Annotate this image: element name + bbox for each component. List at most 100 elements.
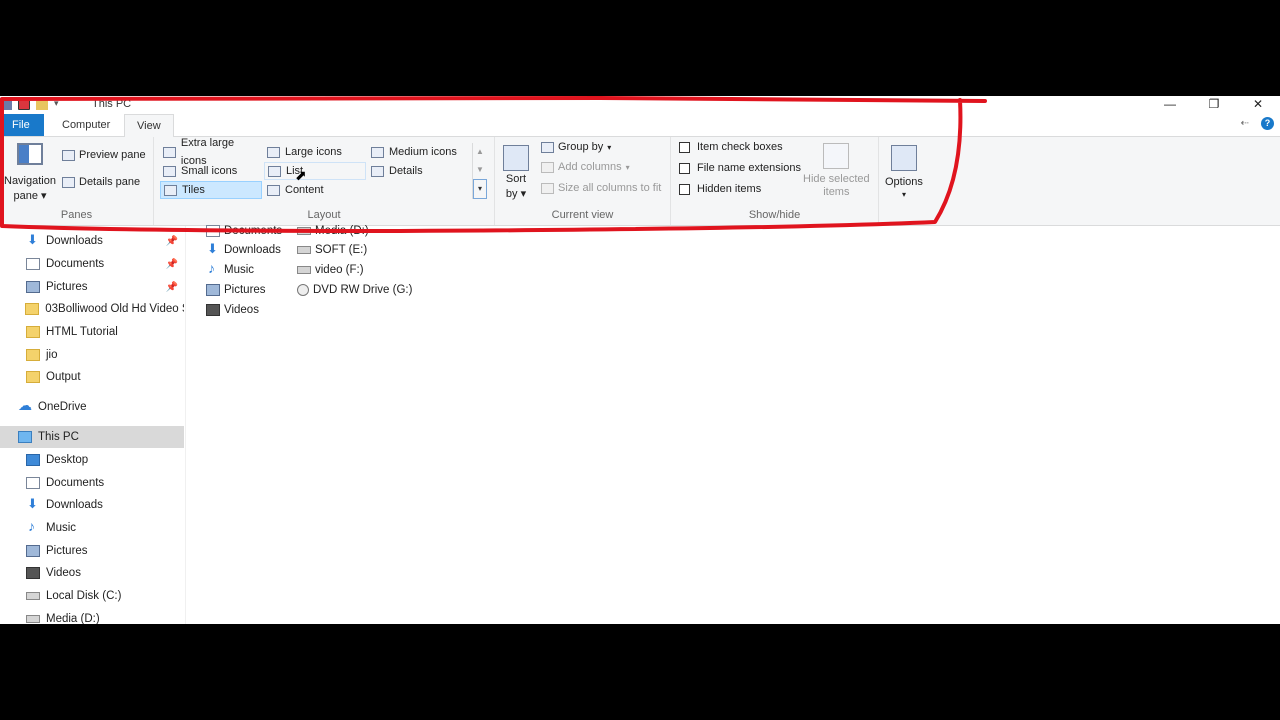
help-icon[interactable]: ?	[1261, 117, 1274, 130]
layout-small-icons[interactable]: Small icons	[160, 162, 262, 180]
drive-icon	[297, 227, 311, 235]
list-item-label: Downloads	[224, 244, 281, 256]
new-folder-icon[interactable]	[36, 98, 48, 110]
system-menu-icon[interactable]	[0, 98, 12, 110]
add-columns-button[interactable]: Add columns ▾	[541, 161, 630, 173]
nav-item-jio[interactable]: jio	[0, 344, 184, 366]
sort-by-button[interactable]: Sort by ▾	[503, 145, 529, 200]
folder-icon	[26, 371, 40, 383]
sort-by-icon	[503, 145, 529, 171]
hidden-items-toggle[interactable]: Hidden items	[679, 183, 761, 195]
nav-item-pc-pictures[interactable]: Pictures	[0, 540, 184, 562]
panes-caption: Panes	[60, 209, 93, 221]
layout-caption: Layout	[307, 209, 341, 221]
add-columns-chevron-icon: ▾	[625, 162, 630, 172]
expand-ribbon-icon[interactable]: ⇠	[1241, 118, 1249, 129]
list-item[interactable]: Music	[206, 260, 254, 276]
list-item[interactable]: SOFT (E:)	[297, 244, 367, 256]
nav-item-pc-music[interactable]: Music	[0, 517, 184, 539]
layout-tiles[interactable]: Tiles	[160, 181, 262, 199]
small-icons-icon	[163, 165, 176, 177]
nav-item-pictures[interactable]: Pictures 📌	[0, 276, 184, 298]
nav-item-label: Pictures	[46, 545, 88, 557]
layout-details[interactable]: Details	[368, 162, 472, 180]
file-name-extensions-toggle[interactable]: File name extensions	[679, 162, 801, 174]
list-item[interactable]: Documents	[206, 225, 282, 237]
downloads-icon	[206, 241, 220, 257]
gallery-scroll-up-icon[interactable]: ▲	[473, 143, 487, 161]
nav-item-onedrive[interactable]: OneDrive	[0, 396, 184, 418]
pin-icon[interactable]: 📌	[166, 236, 178, 247]
nav-item-label: 03Bolliwood Old Hd Video S	[45, 303, 184, 315]
size-all-columns-button[interactable]: Size all columns to fit	[541, 182, 661, 194]
this-pc-icon	[18, 431, 32, 443]
current-view-caption: Current view	[551, 209, 614, 221]
music-icon	[26, 518, 40, 534]
list-item[interactable]: Pictures	[206, 284, 266, 296]
nav-item-local-disk-c[interactable]: Local Disk (C:)	[0, 585, 184, 607]
nav-item-pc-downloads[interactable]: Downloads	[0, 494, 184, 516]
small-icons-label: Small icons	[181, 165, 238, 177]
nav-item-media-d[interactable]: Media (D:)	[0, 608, 184, 624]
pin-icon[interactable]: 📌	[166, 259, 178, 270]
nav-item-pc-documents[interactable]: Documents	[0, 472, 184, 494]
customize-toolbar-chevron-icon[interactable]: ▾	[54, 98, 59, 110]
options-group: Options ▾	[879, 137, 931, 225]
navigation-pane-button[interactable]: Navigation pane ▾	[2, 143, 58, 202]
list-item[interactable]: Videos	[206, 304, 259, 316]
file-name-extensions-checkbox[interactable]	[679, 162, 690, 174]
properties-icon[interactable]	[18, 98, 30, 110]
tab-computer[interactable]: Computer	[50, 114, 122, 136]
list-item[interactable]: Media (D:)	[297, 225, 369, 237]
nav-item-this-pc[interactable]: This PC	[0, 426, 184, 448]
preview-pane-button[interactable]: Preview pane	[62, 149, 146, 161]
navigation-pane-label: Navigation	[4, 175, 56, 187]
nav-item-label: Music	[46, 522, 77, 534]
medium-icons-label: Medium icons	[389, 146, 457, 158]
gallery-expand-icon[interactable]: ▾	[473, 179, 487, 199]
options-icon	[890, 145, 917, 171]
nav-item-output[interactable]: Output	[0, 366, 184, 388]
item-check-boxes-checkbox[interactable]	[679, 141, 690, 153]
nav-item-desktop[interactable]: Desktop	[0, 449, 184, 471]
layout-extra-large-icons[interactable]: Extra large icons	[160, 137, 262, 167]
nav-item-bollywood-folder[interactable]: 03Bolliwood Old Hd Video S	[0, 298, 184, 320]
list-item-label: SOFT (E:)	[315, 244, 368, 256]
list-item[interactable]: Downloads	[206, 241, 281, 257]
hidden-items-checkbox[interactable]	[679, 183, 690, 195]
nav-item-pc-videos[interactable]: Videos	[0, 562, 184, 584]
minimize-button[interactable]: —	[1148, 96, 1192, 114]
maximize-button[interactable]: ❐	[1192, 96, 1236, 114]
preview-pane-label: Preview pane	[79, 149, 146, 161]
gallery-scroll-down-icon[interactable]: ▼	[473, 161, 487, 179]
options-label: Options	[885, 176, 923, 188]
item-check-boxes-toggle[interactable]: Item check boxes	[679, 141, 783, 153]
tab-view[interactable]: View	[124, 114, 174, 137]
nav-item-html-tutorial[interactable]: HTML Tutorial	[0, 321, 184, 343]
list-item[interactable]: DVD RW Drive (G:)	[297, 284, 412, 296]
tab-file[interactable]: File	[0, 114, 44, 136]
options-button[interactable]: Options ▾	[885, 145, 923, 199]
hide-selected-label-2: items	[823, 186, 850, 198]
nav-item-label: Documents	[46, 258, 105, 270]
hide-selected-items-button[interactable]: Hide selected items	[803, 143, 870, 198]
pin-icon[interactable]: 📌	[166, 282, 178, 293]
layout-medium-icons[interactable]: Medium icons	[368, 143, 472, 161]
content-label: Content	[285, 184, 324, 196]
downloads-icon	[26, 496, 40, 512]
group-by-button[interactable]: Group by ▾	[541, 141, 611, 153]
layout-list[interactable]: List ⬈	[264, 162, 366, 183]
list-item[interactable]: video (F:)	[297, 264, 364, 276]
close-button[interactable]: ✕	[1236, 96, 1280, 114]
documents-icon	[26, 477, 40, 489]
hidden-items-label: Hidden items	[697, 183, 762, 195]
nav-item-label: OneDrive	[38, 401, 87, 413]
layout-large-icons[interactable]: Large icons	[264, 143, 366, 161]
desktop-icon	[26, 454, 40, 466]
layout-content[interactable]: Content	[264, 181, 366, 199]
nav-item-documents[interactable]: Documents 📌	[0, 253, 184, 275]
nav-item-downloads[interactable]: Downloads 📌	[0, 230, 184, 252]
details-label: Details	[389, 165, 423, 177]
window-title: This PC	[92, 98, 132, 110]
details-pane-button[interactable]: Details pane	[62, 176, 140, 188]
